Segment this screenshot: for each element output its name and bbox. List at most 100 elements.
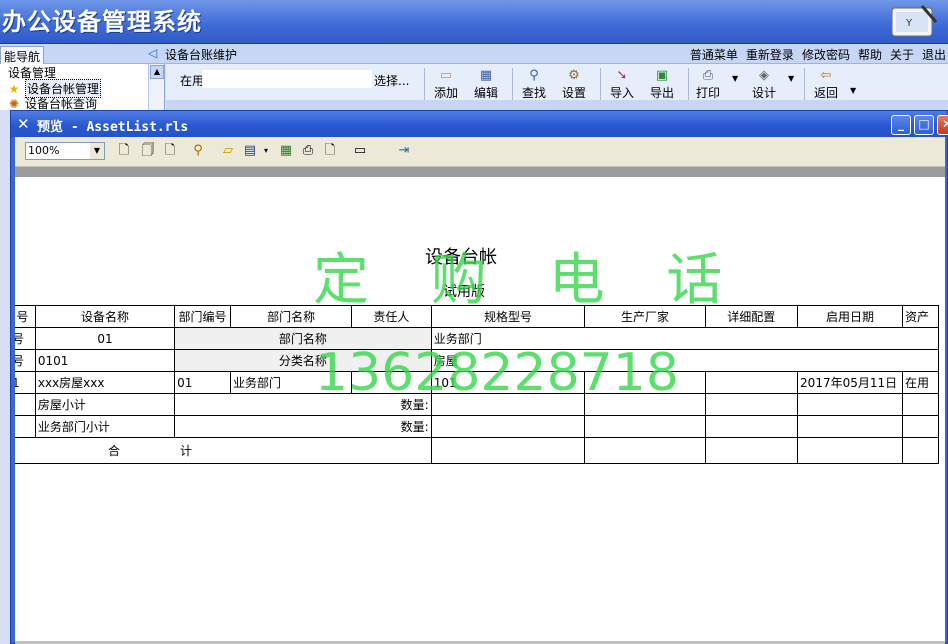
menu-about[interactable]: 关于 [890, 46, 914, 63]
scroll-up-icon[interactable]: ▲ [150, 65, 164, 79]
toolbar-separator [424, 68, 425, 100]
table-cell: 01 [34, 327, 176, 350]
menu-change-password[interactable]: 修改密码 [802, 46, 850, 63]
table-cell [704, 393, 799, 416]
toolbar-separator [688, 68, 689, 100]
print-label: 打印 [696, 86, 721, 100]
printer-icon[interactable]: ⎙ [299, 142, 317, 160]
print-icon: ⎙ [702, 68, 714, 83]
table-cell [797, 437, 903, 464]
star-icon: ★ [8, 81, 20, 96]
table-cell [902, 415, 939, 438]
preview-window: ✕ 预览 - AssetList.rls _ □ ✕ 100% ▼ 🗋 🗍 🗋 ⚲… [10, 110, 948, 644]
table-total-row: 合计 [15, 437, 939, 464]
table-cell: 合计 [15, 437, 432, 464]
zoom-icon[interactable]: ⚲ [189, 142, 207, 160]
whole-page-icon[interactable]: 🗋 [161, 142, 179, 160]
export-icon: ▣ [655, 68, 669, 83]
filter-input[interactable] [202, 70, 372, 88]
preview-icon: ✕ [17, 115, 30, 133]
blank-page-icon[interactable]: 🗋 [321, 142, 339, 160]
page-icon[interactable]: 🗋 [115, 142, 133, 160]
table-cell: 在用 [902, 371, 939, 394]
menu-relogin[interactable]: 重新登录 [746, 46, 794, 63]
sidebar: 设备管理 ★ 设备台帐管理 ✺ 设备台帐查询 [0, 64, 165, 111]
logo-icon: Y [891, 5, 938, 37]
filter-label: 在用 [180, 74, 205, 88]
page-width-icon[interactable]: 🗍 [139, 142, 157, 160]
table-cell: 0101 [34, 349, 176, 372]
design-icon: ◈ [759, 68, 769, 83]
table-cell [797, 415, 903, 438]
app-window: 办公设备管理系统 Y 能导航 ◁ 设备台账维护 普通菜单 重新登录 修改密码 帮… [0, 0, 948, 644]
table-cell [430, 437, 586, 464]
table-cell: 业务部门小计 [34, 415, 176, 438]
header-cell: 资产 [902, 305, 939, 328]
menu-help[interactable]: 帮助 [858, 46, 882, 63]
export-label: 导出 [650, 86, 675, 100]
header-cell: 启用日期 [797, 305, 903, 328]
chevron-down-icon[interactable]: ▼ [90, 143, 104, 159]
maximize-button[interactable]: □ [914, 115, 934, 135]
import-button[interactable]: ➘ 导入 [610, 68, 634, 102]
zoom-select[interactable]: 100% ▼ [25, 142, 105, 160]
menu-exit[interactable]: 退出 [922, 46, 946, 63]
table-cell [704, 371, 799, 394]
design-dropdown-icon[interactable]: ▼ [788, 74, 794, 83]
menu-normal[interactable]: 普通菜单 [690, 46, 738, 63]
table-cell [797, 393, 903, 416]
excel-icon[interactable]: ▦ [277, 142, 295, 160]
back-dropdown-icon[interactable]: ▼ [850, 86, 856, 95]
table-cell: 2017年05月11日 [797, 371, 903, 394]
svg-text:Y: Y [905, 18, 913, 29]
find-button[interactable]: ⚲ 查找 [522, 68, 546, 102]
edit-button[interactable]: ▦ 编辑 [474, 68, 498, 102]
exit-icon[interactable]: ⇥ [395, 142, 413, 160]
top-menu: 普通菜单 重新登录 修改密码 帮助 关于 退出 [690, 46, 948, 63]
add-button[interactable]: ▭ 添加 [434, 68, 458, 102]
toolbar-separator [600, 68, 601, 100]
design-label: 设计 [752, 86, 777, 100]
sidebar-scrollbar[interactable]: ▲ [148, 64, 164, 110]
table-cell: 数量: [174, 415, 432, 438]
settings-label: 设置 [562, 86, 587, 100]
table-cell [15, 415, 36, 438]
table-cell: 01 [174, 371, 232, 394]
open-folder-icon[interactable]: ▱ [219, 142, 237, 160]
design-button[interactable]: ◈ 设计 [752, 68, 776, 102]
back-icon: ⇦ [820, 68, 832, 83]
print-dropdown-icon[interactable]: ▼ [732, 74, 738, 83]
page-gutter [15, 167, 945, 177]
settings-button[interactable]: ⚙ 设置 [562, 68, 586, 102]
minimize-button[interactable]: _ [891, 115, 911, 135]
toolbar-separator [512, 68, 513, 100]
frame-icon[interactable]: ▭ [351, 142, 369, 160]
table-cell [430, 415, 586, 438]
table-cell [704, 415, 799, 438]
table-cell [584, 437, 706, 464]
import-label: 导入 [610, 86, 635, 100]
table-row: 业务部门小计 数量: [15, 415, 939, 438]
app-title: 办公设备管理系统 [2, 7, 202, 36]
table-cell: 号 [15, 327, 36, 350]
table-cell: 房屋小计 [34, 393, 176, 416]
table-cell: xxx房屋xxx [34, 371, 176, 394]
zoom-value: 100% [28, 144, 60, 157]
sub-bar [166, 100, 948, 110]
save-dropdown-icon[interactable]: ▾ [257, 142, 275, 160]
nav-tab[interactable]: 能导航 [0, 46, 45, 64]
export-button[interactable]: ▣ 导出 [650, 68, 674, 102]
print-button[interactable]: ⎙ 打印 [696, 68, 720, 102]
report-page: 设备台帐 试用版 号 设备名称 部门编号 部门名称 责任人 规格型号 生产厂家 … [15, 177, 945, 641]
header-cell: 部门编号 [174, 305, 232, 328]
select-button[interactable]: 选择... [374, 72, 409, 89]
close-button[interactable]: ✕ [937, 115, 948, 135]
back-button[interactable]: ⇦ 返回 [814, 68, 838, 102]
section-title: 设备台账维护 [165, 48, 238, 62]
table-cell [902, 437, 939, 464]
nav-row: 能导航 ◁ 设备台账维护 普通菜单 重新登录 修改密码 帮助 关于 退出 [0, 44, 948, 64]
add-icon: ▭ [439, 68, 453, 83]
app-titlebar: 办公设备管理系统 Y [0, 0, 948, 44]
total-label-b: 计 [180, 444, 193, 458]
collapse-arrow-icon[interactable]: ◁ [148, 46, 158, 60]
